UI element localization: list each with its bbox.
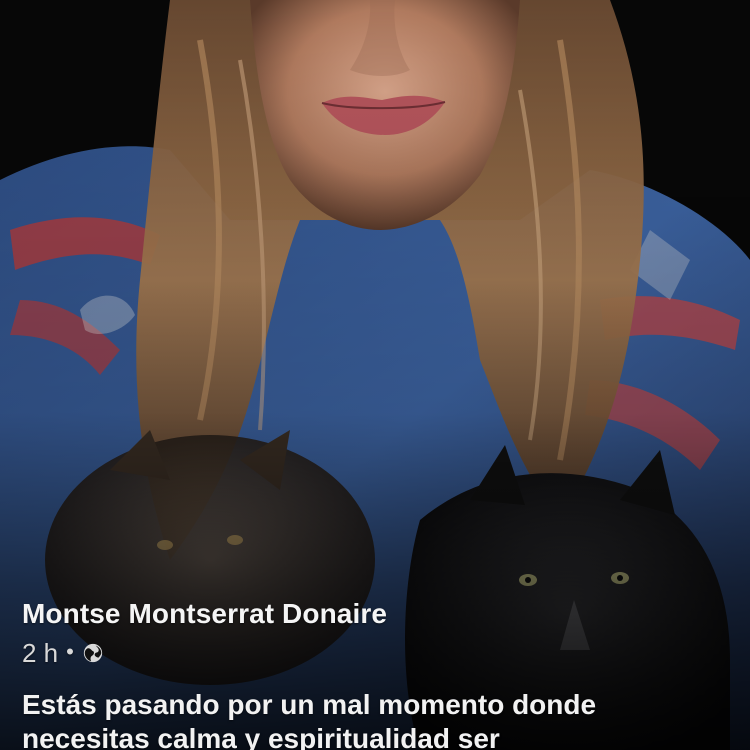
author-name[interactable]: Montse Montserrat Donaire [22, 596, 387, 632]
caption-line: Estás pasando por un mal momento donde [22, 689, 597, 720]
post-caption: Estás pasando por un mal momento donde n… [22, 688, 730, 750]
post-header: Montse Montserrat Donaire 2 h • Estás pa… [22, 596, 730, 750]
post-time[interactable]: 2 h [22, 638, 58, 669]
post-meta: 2 h • [22, 636, 730, 670]
post-card: Montse Montserrat Donaire 2 h • Estás pa… [0, 0, 750, 750]
caption-line: necesitas calma y espiritualidad ser [22, 723, 500, 750]
meta-separator: • [66, 639, 74, 664]
globe-icon[interactable] [82, 642, 104, 664]
